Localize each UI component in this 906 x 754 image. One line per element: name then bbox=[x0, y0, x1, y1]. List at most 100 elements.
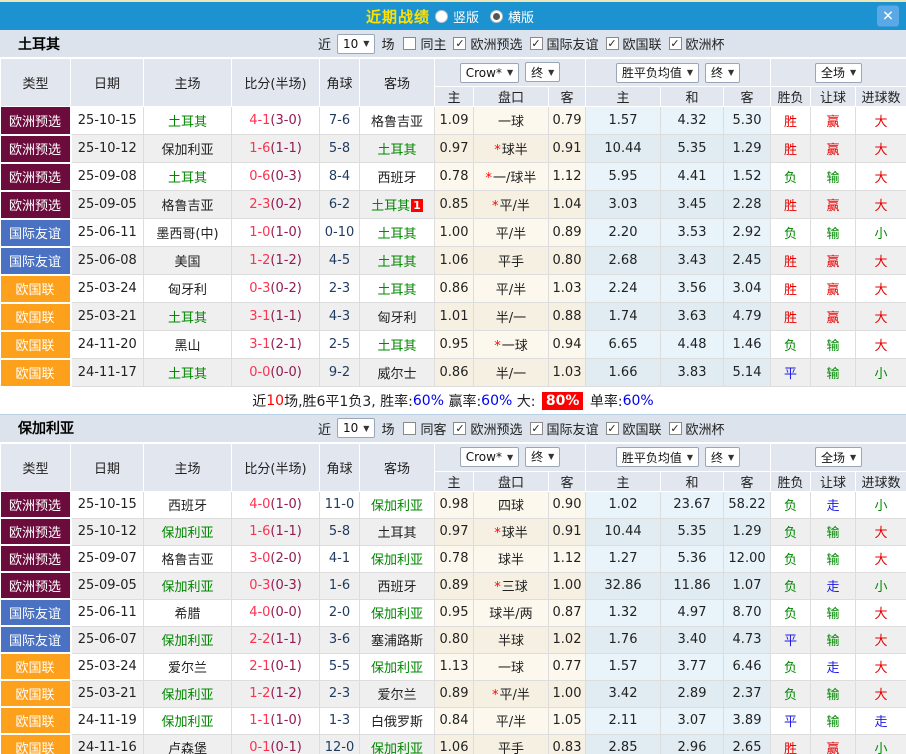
layout-radio-horizontal[interactable] bbox=[490, 10, 503, 23]
bookmaker-time-select[interactable]: 终▼ bbox=[525, 447, 560, 467]
league-checkbox-3[interactable]: ✓ bbox=[669, 37, 682, 50]
league-checkbox-0[interactable]: ✓ bbox=[453, 37, 466, 50]
type-cell: 欧洲预选 bbox=[1, 518, 71, 545]
result-cell: 负 bbox=[771, 680, 811, 707]
corner-cell: 1-6 bbox=[320, 572, 360, 599]
bookmaker-time-select[interactable]: 终▼ bbox=[525, 62, 560, 82]
crow-away-odds-cell: 0.90 bbox=[549, 491, 586, 518]
handicap-result-cell: 输 bbox=[811, 163, 856, 191]
goals-result-cell: 大 bbox=[856, 653, 906, 680]
avg-home-odds-cell: 2.24 bbox=[586, 275, 661, 303]
handicap-text: 平手 bbox=[498, 255, 524, 270]
away-team-cell: 西班牙 bbox=[360, 163, 435, 191]
scope-select[interactable]: 全场▼ bbox=[815, 447, 862, 467]
away-team-cell: 匈牙利 bbox=[360, 303, 435, 331]
away-team-cell: 威尔士 bbox=[360, 359, 435, 387]
type-cell: 国际友谊 bbox=[1, 219, 71, 247]
result-cell: 平 bbox=[771, 359, 811, 387]
recent-count-select[interactable]: 10▼ bbox=[337, 418, 375, 438]
full-time-score: 1-6 bbox=[249, 524, 270, 539]
home-team-cell: 土耳其 bbox=[144, 107, 232, 135]
avg-draw-odds-cell: 11.86 bbox=[661, 572, 724, 599]
scope-select[interactable]: 全场▼ bbox=[815, 63, 862, 83]
handicap-result-cell: 赢 bbox=[811, 734, 856, 754]
avg-draw-odds-cell: 5.35 bbox=[661, 135, 724, 163]
away-team-name: 保加利亚 bbox=[371, 661, 423, 676]
handicap-text: 平/半 bbox=[496, 715, 526, 730]
corner-cell: 8-4 bbox=[320, 163, 360, 191]
match-row: 欧洲预选25-10-15西班牙4-0(1-0)11-0保加利亚0.98四球0.9… bbox=[1, 491, 906, 518]
crow-away-odds-cell: 0.88 bbox=[549, 303, 586, 331]
chevron-down-icon: ▼ bbox=[548, 68, 554, 77]
col-header-5: 客场 bbox=[360, 443, 435, 491]
bookmaker-select[interactable]: Crow*▼ bbox=[460, 63, 519, 83]
avg-away-odds-cell: 2.45 bbox=[724, 247, 771, 275]
league-checkbox-3[interactable]: ✓ bbox=[669, 422, 682, 435]
home-team-cell: 希腊 bbox=[144, 599, 232, 626]
handicap-star: * bbox=[494, 580, 501, 595]
crow-home-odds-cell: 0.80 bbox=[435, 626, 474, 653]
avg-home-odds-cell: 2.85 bbox=[586, 734, 661, 754]
league-checkbox-1[interactable]: ✓ bbox=[530, 422, 543, 435]
crow-away-odds-cell: 0.94 bbox=[549, 331, 586, 359]
home-team-cell: 保加利亚 bbox=[144, 518, 232, 545]
away-team-name: 白俄罗斯 bbox=[371, 715, 423, 730]
col-header-2: 主场 bbox=[144, 443, 232, 491]
bookmaker-select[interactable]: Crow*▼ bbox=[460, 447, 519, 467]
score-cell: 4-1(3-0) bbox=[232, 107, 320, 135]
layout-radio-vertical-label[interactable]: 竖版 bbox=[453, 7, 479, 26]
away-team-cell: 保加利亚 bbox=[360, 545, 435, 572]
handicap-cell: 球半 bbox=[474, 545, 549, 572]
home-team-cell: 保加利亚 bbox=[144, 707, 232, 734]
half-time-score: (1-0) bbox=[270, 225, 301, 240]
half-time-score: (0-1) bbox=[270, 659, 301, 674]
goals-result-cell: 大 bbox=[856, 275, 906, 303]
crow-away-odds-cell: 1.12 bbox=[549, 163, 586, 191]
date-cell: 25-03-24 bbox=[71, 653, 144, 680]
avg-odds-select[interactable]: 胜平负均值▼ bbox=[616, 63, 699, 83]
league-checkbox-1[interactable]: ✓ bbox=[530, 37, 543, 50]
same-venue-checkbox[interactable] bbox=[403, 422, 416, 435]
home-team-cell: 格鲁吉亚 bbox=[144, 191, 232, 219]
col-header-4: 角球 bbox=[320, 443, 360, 491]
score-cell: 3-1(1-1) bbox=[232, 303, 320, 331]
recent-count-select[interactable]: 10▼ bbox=[337, 34, 375, 54]
avg-time-select[interactable]: 终▼ bbox=[705, 63, 740, 83]
avg-away-odds-cell: 1.29 bbox=[724, 518, 771, 545]
layout-radio-vertical[interactable] bbox=[435, 10, 448, 23]
avg-home-odds-cell: 6.65 bbox=[586, 331, 661, 359]
crow-away-odds-cell: 0.91 bbox=[549, 135, 586, 163]
handicap-text: 一球 bbox=[498, 661, 524, 676]
result-cell: 负 bbox=[771, 331, 811, 359]
away-team-cell: 保加利亚 bbox=[360, 734, 435, 754]
date-cell: 25-09-08 bbox=[71, 163, 144, 191]
half-time-score: (0-2) bbox=[270, 281, 301, 296]
subcol-header-0-1: 盘口 bbox=[474, 87, 549, 107]
close-button[interactable]: ✕ bbox=[877, 6, 899, 27]
avg-odds-select[interactable]: 胜平负均值▼ bbox=[616, 447, 699, 467]
handicap-text: 平/半 bbox=[500, 199, 530, 214]
date-cell: 24-11-20 bbox=[71, 331, 144, 359]
corner-cell: 4-5 bbox=[320, 247, 360, 275]
handicap-star: * bbox=[494, 339, 501, 354]
crow-away-odds-cell: 0.87 bbox=[549, 599, 586, 626]
bookmaker-select-value: Crow* bbox=[466, 450, 502, 464]
date-cell: 25-06-07 bbox=[71, 626, 144, 653]
matches-table: 类型日期主场比分(半场)角球客场Crow*▼终▼胜平负均值▼终▼全场▼主盘口客主… bbox=[0, 58, 906, 388]
league-label-2: 欧国联 bbox=[623, 419, 662, 438]
bookmaker-time-select-value: 终 bbox=[531, 64, 543, 81]
league-checkbox-2[interactable]: ✓ bbox=[606, 37, 619, 50]
league-checkbox-2[interactable]: ✓ bbox=[606, 422, 619, 435]
handicap-star: * bbox=[492, 688, 499, 703]
col-header-3: 比分(半场) bbox=[232, 443, 320, 491]
avg-time-select[interactable]: 终▼ bbox=[705, 447, 740, 467]
league-checkbox-0[interactable]: ✓ bbox=[453, 422, 466, 435]
same-venue-checkbox[interactable] bbox=[403, 37, 416, 50]
crow-away-odds-cell: 1.00 bbox=[549, 680, 586, 707]
subcol-header-1-0: 主 bbox=[586, 87, 661, 107]
crow-home-odds-cell: 0.89 bbox=[435, 680, 474, 707]
handicap-result-cell: 赢 bbox=[811, 303, 856, 331]
avg-draw-odds-cell: 3.07 bbox=[661, 707, 724, 734]
handicap-text: 球半 bbox=[502, 143, 528, 158]
layout-radio-horizontal-label[interactable]: 横版 bbox=[508, 7, 534, 26]
